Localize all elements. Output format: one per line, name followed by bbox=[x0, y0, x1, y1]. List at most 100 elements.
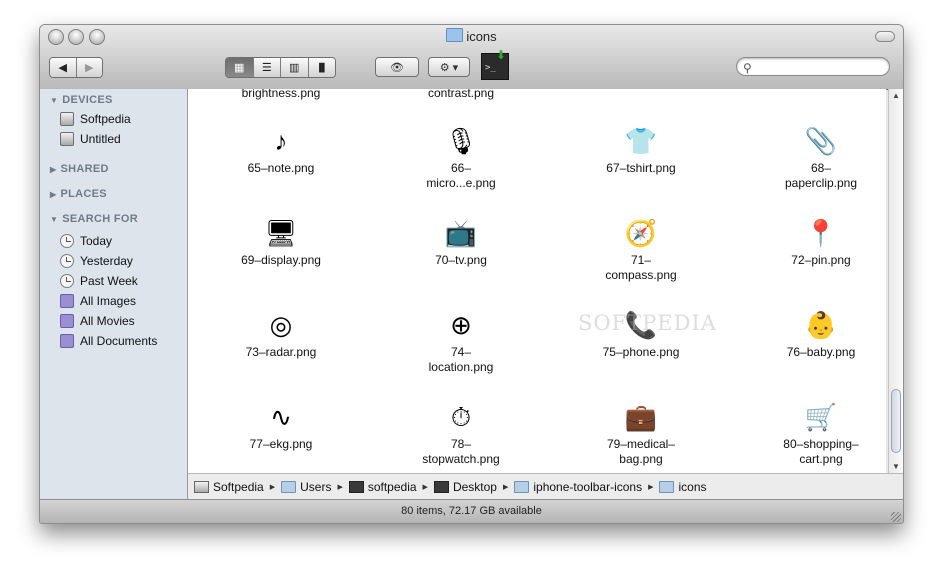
file-item[interactable]: 🧭 71– compass.png bbox=[581, 217, 701, 283]
forward-button[interactable]: ▶ bbox=[76, 58, 102, 77]
file-item[interactable]: 👶 76–baby.png bbox=[761, 309, 881, 360]
file-thumbnail-icon: 📍 bbox=[804, 217, 838, 248]
back-button[interactable]: ◀ bbox=[50, 58, 77, 77]
search-icon: ⚲ bbox=[743, 61, 752, 75]
sidebar-section-search-for[interactable]: ▼ SEARCH FOR bbox=[50, 213, 138, 225]
window-title: icons bbox=[40, 28, 903, 44]
list-view-button[interactable]: ☰ bbox=[253, 58, 281, 77]
folder-icon bbox=[446, 28, 464, 42]
file-item[interactable]: ⏱ 78– stopwatch.png bbox=[401, 401, 521, 467]
path-crumb-softpedia-home[interactable]: softpedia bbox=[348, 480, 417, 494]
file-name: 74– location.png bbox=[428, 345, 494, 374]
file-item[interactable]: ⊕ 74– location.png bbox=[401, 309, 521, 375]
file-thumbnail-icon: 💼 bbox=[624, 401, 658, 432]
file-item[interactable]: brightness.png bbox=[221, 89, 341, 101]
sidebar-item-today[interactable]: Today bbox=[60, 232, 112, 250]
title-bar: icons ◀ ▶ ▦ ☰ ▥ ▐▌ 👁 ⚙ ▾ >_ ⬇ ⚲ bbox=[40, 25, 903, 90]
sidebar-item-softpedia[interactable]: Softpedia bbox=[60, 110, 131, 128]
file-thumbnail-icon: 👶 bbox=[804, 309, 838, 340]
file-icon-grid: brightness.png contrast.png ♪ 65–note.png… bbox=[188, 89, 886, 473]
file-thumbnail-icon: 🎙 bbox=[444, 125, 478, 156]
sidebar-section-places[interactable]: ▶ PLACES bbox=[50, 188, 107, 200]
sidebar-item-yesterday[interactable]: Yesterday bbox=[60, 252, 133, 270]
path-crumb-softpedia[interactable]: Softpedia bbox=[194, 480, 264, 494]
file-item[interactable]: 📍 72–pin.png bbox=[761, 217, 881, 268]
sidebar-item-past-week[interactable]: Past Week bbox=[60, 272, 138, 290]
file-thumbnail-icon: 🧭 bbox=[624, 217, 658, 248]
file-name: 79–medical– bag.png bbox=[606, 437, 676, 466]
file-name: 72–pin.png bbox=[791, 253, 851, 267]
gear-icon: ⚙ ▾ bbox=[439, 61, 459, 74]
quick-look-button[interactable]: 👁 bbox=[375, 57, 419, 77]
file-thumbnail-icon: 🛒 bbox=[804, 401, 838, 432]
folder-icon bbox=[514, 481, 530, 493]
terminal-icon[interactable]: >_ ⬇ bbox=[481, 48, 509, 80]
file-item[interactable]: 👕 67–tshirt.png bbox=[581, 125, 701, 176]
file-item[interactable]: 🖥 69–display.png bbox=[221, 217, 341, 268]
file-item[interactable]: 🛒 80–shopping– cart.png bbox=[761, 401, 881, 467]
file-name: 71– compass.png bbox=[605, 253, 677, 282]
download-arrow-icon: ⬇ bbox=[495, 48, 506, 62]
disclosure-closed-icon: ▶ bbox=[50, 165, 57, 174]
file-name: 80–shopping– cart.png bbox=[783, 437, 859, 466]
file-name: 66– micro...e.png bbox=[426, 161, 496, 190]
status-bar: 80 items, 72.17 GB available bbox=[40, 499, 903, 523]
status-text: 80 items, 72.17 GB available bbox=[401, 505, 542, 517]
resize-grip-icon[interactable] bbox=[891, 512, 901, 522]
file-name: 75–phone.png bbox=[602, 345, 680, 359]
smart-folder-icon bbox=[60, 314, 74, 328]
action-menu-button[interactable]: ⚙ ▾ bbox=[428, 57, 470, 77]
coverflow-view-button[interactable]: ▐▌ bbox=[308, 58, 335, 77]
file-name: 76–baby.png bbox=[786, 345, 856, 359]
path-crumb-desktop[interactable]: Desktop bbox=[433, 480, 497, 494]
chevron-right-icon: ▶ bbox=[269, 484, 276, 491]
file-item[interactable]: contrast.png bbox=[401, 89, 521, 101]
sidebar-item-all-documents[interactable]: All Documents bbox=[60, 332, 157, 350]
file-item[interactable]: 📺 70–tv.png bbox=[401, 217, 521, 268]
file-item[interactable]: ∿ 77–ekg.png bbox=[221, 401, 341, 452]
file-item[interactable]: ◎ 73–radar.png bbox=[221, 309, 341, 360]
smart-folder-icon bbox=[60, 294, 74, 308]
sidebar-item-all-images[interactable]: All Images bbox=[60, 292, 136, 310]
disclosure-closed-icon: ▶ bbox=[50, 190, 57, 199]
column-view-button[interactable]: ▥ bbox=[281, 58, 309, 77]
disclosure-open-icon: ▼ bbox=[50, 96, 59, 105]
hard-drive-icon bbox=[194, 481, 209, 493]
chevron-right-icon: ▶ bbox=[502, 484, 509, 491]
file-name: 69–display.png bbox=[241, 253, 321, 267]
watermark: SOFTPEDIA bbox=[578, 311, 717, 335]
toolbar-toggle-button[interactable] bbox=[875, 31, 895, 42]
sidebar-section-shared[interactable]: ▶ SHARED bbox=[50, 163, 109, 175]
icon-view-button[interactable]: ▦ bbox=[226, 58, 254, 77]
chevron-right-icon: ▶ bbox=[337, 484, 343, 491]
path-crumb-iphone-toolbar-icons[interactable]: iphone-toolbar-icons bbox=[514, 480, 642, 494]
scroll-up-arrow-icon[interactable]: ▲ bbox=[892, 91, 900, 100]
search-input[interactable]: ⚲ bbox=[736, 57, 890, 76]
file-item[interactable]: 📎 68– paperclip.png bbox=[761, 125, 881, 191]
home-folder-icon bbox=[348, 481, 364, 493]
eye-icon: 👁 bbox=[390, 61, 404, 74]
file-thumbnail-icon: ∿ bbox=[270, 401, 292, 432]
folder-icon bbox=[281, 481, 297, 493]
path-crumb-icons[interactable]: icons bbox=[659, 480, 707, 494]
sidebar-item-all-movies[interactable]: All Movies bbox=[60, 312, 135, 330]
sidebar-item-untitled[interactable]: Untitled bbox=[60, 130, 121, 148]
file-thumbnail-icon: 📺 bbox=[444, 217, 478, 248]
path-crumb-users[interactable]: Users bbox=[281, 480, 331, 494]
file-item[interactable]: 💼 79–medical– bag.png bbox=[581, 401, 701, 467]
file-item[interactable]: 🎙 66– micro...e.png bbox=[401, 125, 521, 191]
scroll-down-arrow-icon[interactable]: ▼ bbox=[892, 462, 900, 471]
back-forward-control: ◀ ▶ bbox=[49, 57, 103, 78]
file-item[interactable]: ♪ 65–note.png bbox=[221, 125, 341, 176]
file-thumbnail-icon: ⊕ bbox=[450, 309, 472, 340]
file-name: 70–tv.png bbox=[435, 253, 487, 267]
sidebar-section-devices[interactable]: ▼ DEVICES bbox=[50, 94, 113, 106]
view-mode-control: ▦ ☰ ▥ ▐▌ bbox=[225, 57, 336, 78]
vertical-scrollbar[interactable]: ▲ ▼ bbox=[888, 89, 903, 473]
file-thumbnail-icon: 🖥 bbox=[264, 217, 298, 248]
file-name: 73–radar.png bbox=[245, 345, 317, 359]
scroll-thumb[interactable] bbox=[891, 389, 901, 453]
hard-drive-icon bbox=[60, 112, 74, 126]
file-thumbnail-icon: ⏱ bbox=[450, 401, 472, 432]
sidebar: ▼ DEVICES Softpedia Untitled ▶ SHARED ▶ PLA… bbox=[40, 89, 188, 499]
